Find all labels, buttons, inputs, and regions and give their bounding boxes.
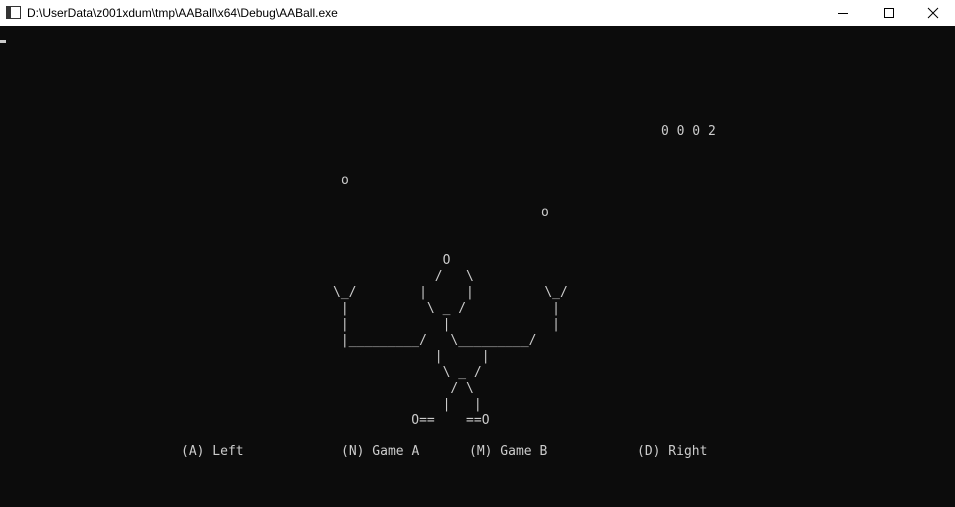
console-area[interactable]: 0 0 0 2 o o O / \ \_/ | | \_/ | \ _ / | … [0,26,955,507]
control-hint-right: (D) Right [637,444,708,459]
score-display: 0 0 0 2 [661,124,716,139]
text-cursor [0,40,6,43]
maximize-icon [884,8,894,18]
control-hint-game-a: (N) Game A [341,444,420,459]
maximize-button[interactable] [866,0,912,26]
title-bar[interactable]: D:\UserData\z001xdum\tmp\AABall\x64\Debu… [0,0,955,26]
control-hint-left: (A) Left [181,444,244,459]
console-app-icon[interactable] [6,6,21,19]
juggler-ascii-art: O / \ \_/ | | \_/ | \ _ / | | | | |_____… [333,253,568,428]
window-title: D:\UserData\z001xdum\tmp\AABall\x64\Debu… [27,6,338,20]
ball-right: o [541,205,549,220]
minimize-icon [838,13,848,14]
close-button[interactable] [910,0,955,26]
close-icon [927,7,939,19]
control-hint-game-b: (M) Game B [469,444,548,459]
ball-left: o [341,173,349,188]
minimize-button[interactable] [820,0,866,26]
